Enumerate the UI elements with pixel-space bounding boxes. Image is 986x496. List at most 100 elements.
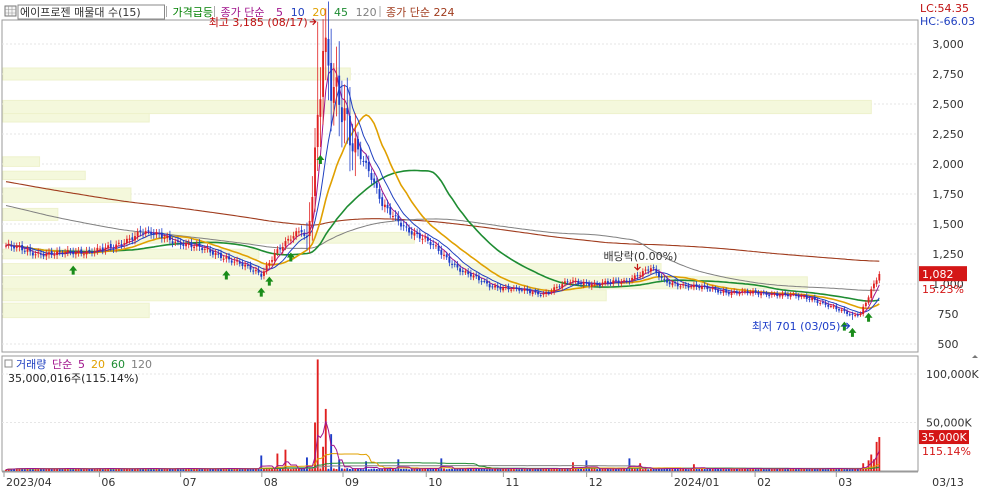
- price-legend-item: 가격급등: [173, 6, 213, 19]
- candle-body: [491, 286, 494, 288]
- candle-body: [300, 230, 303, 233]
- candle-body: [314, 147, 316, 197]
- candle-body: [316, 114, 319, 148]
- candle-body: [792, 293, 795, 295]
- volume-bar: [279, 468, 282, 471]
- candle-body: [526, 288, 529, 291]
- candle-body: [445, 254, 448, 258]
- price-tick-label: 2,500: [932, 98, 964, 111]
- volume-legend-item: 단순: [52, 358, 72, 371]
- candle-body: [26, 249, 29, 252]
- candle-body: [816, 300, 819, 304]
- candle-body: [510, 289, 513, 291]
- volume-collapse-icon[interactable]: [4, 359, 13, 368]
- candle-body: [658, 272, 660, 277]
- candle-body: [392, 215, 394, 217]
- grid-toggle-icon[interactable]: [4, 5, 17, 17]
- volume-bar: [381, 468, 384, 471]
- candle-body: [112, 248, 115, 250]
- candle-body: [158, 233, 161, 235]
- candle-body: [246, 265, 249, 267]
- candle-body: [768, 295, 771, 297]
- candle-body: [631, 277, 634, 281]
- candle-body: [241, 262, 244, 267]
- candle-body: [144, 231, 147, 234]
- candle-body: [733, 291, 736, 293]
- volume-bar: [504, 468, 507, 471]
- candle-body: [424, 237, 427, 239]
- volume-profile-band: [2, 99, 872, 115]
- candle-body: [72, 251, 75, 255]
- x-tick-label: 06: [101, 476, 115, 489]
- volume-bar: [803, 469, 806, 471]
- candle-body: [773, 293, 776, 295]
- volume-bar: [649, 468, 652, 471]
- candle-body: [58, 250, 61, 252]
- candle-body: [346, 108, 349, 115]
- x-tick-label: 12: [589, 476, 603, 489]
- candle-body: [563, 281, 566, 284]
- candle-body: [727, 292, 730, 295]
- candle-body: [292, 236, 295, 239]
- candle-body: [566, 281, 569, 283]
- candle-body: [515, 287, 518, 289]
- volume-bar: [628, 458, 631, 471]
- volume-bar: [324, 408, 327, 471]
- candle-body: [545, 292, 548, 295]
- candle-body: [263, 271, 265, 276]
- candle-body: [335, 77, 338, 87]
- candle-body: [91, 251, 93, 253]
- candle-body: [378, 189, 381, 199]
- candle-body: [265, 265, 268, 272]
- candle-body: [811, 297, 814, 301]
- candle-body: [671, 282, 674, 286]
- candle-body: [448, 256, 451, 263]
- candle-body: [233, 261, 236, 263]
- candle-body: [260, 273, 263, 277]
- volume-profile-band: [2, 170, 86, 181]
- candle-body: [547, 292, 550, 294]
- volume-bar: [674, 469, 677, 471]
- chart-svg: 5007501,0001,2501,5001,7502,0002,2502,50…: [1, 1, 979, 489]
- candle-body: [819, 302, 822, 304]
- stock-chart[interactable]: 500 750 1,000 1,250 1,500 1,750 2,000 2,250 2,50…: [0, 0, 986, 492]
- candle-body: [572, 280, 574, 282]
- candle-body: [848, 314, 851, 316]
- candle-body: [789, 294, 792, 297]
- candle-body: [354, 138, 357, 153]
- candle-body: [582, 282, 585, 286]
- volume-legend-item: 거래량: [16, 358, 46, 371]
- volume-bar: [193, 469, 196, 471]
- volume-bar: [569, 469, 572, 471]
- candle-body: [166, 236, 169, 239]
- volume-bar: [319, 468, 322, 471]
- volume-bar: [719, 469, 722, 471]
- candle-body: [107, 245, 110, 249]
- candle-body: [835, 305, 838, 310]
- candle-body: [249, 264, 252, 270]
- candle-body: [39, 253, 42, 255]
- volume-bar: [445, 469, 448, 471]
- candle-body: [117, 242, 120, 244]
- candle-body: [66, 250, 69, 253]
- candle-body: [558, 286, 561, 288]
- candle-body: [615, 279, 617, 281]
- candle-body: [695, 284, 698, 287]
- candle-body: [69, 251, 72, 253]
- volume-bar: [596, 469, 599, 471]
- volume-bar: [582, 469, 585, 471]
- candle-body: [507, 286, 510, 290]
- candle-body: [676, 283, 679, 287]
- volume-bar: [295, 468, 298, 471]
- price-tick-label: 750: [938, 308, 959, 321]
- volume-bar: [752, 468, 754, 471]
- volume-bar: [615, 469, 617, 471]
- candle-body: [542, 293, 545, 295]
- candle-body: [15, 246, 18, 249]
- volume-bar: [397, 459, 400, 471]
- candle-body: [190, 242, 193, 248]
- price-legend-item: 20: [312, 6, 326, 19]
- candle-body: [168, 235, 171, 241]
- candle-body: [101, 247, 104, 251]
- panel-resize-icon[interactable]: [972, 355, 978, 358]
